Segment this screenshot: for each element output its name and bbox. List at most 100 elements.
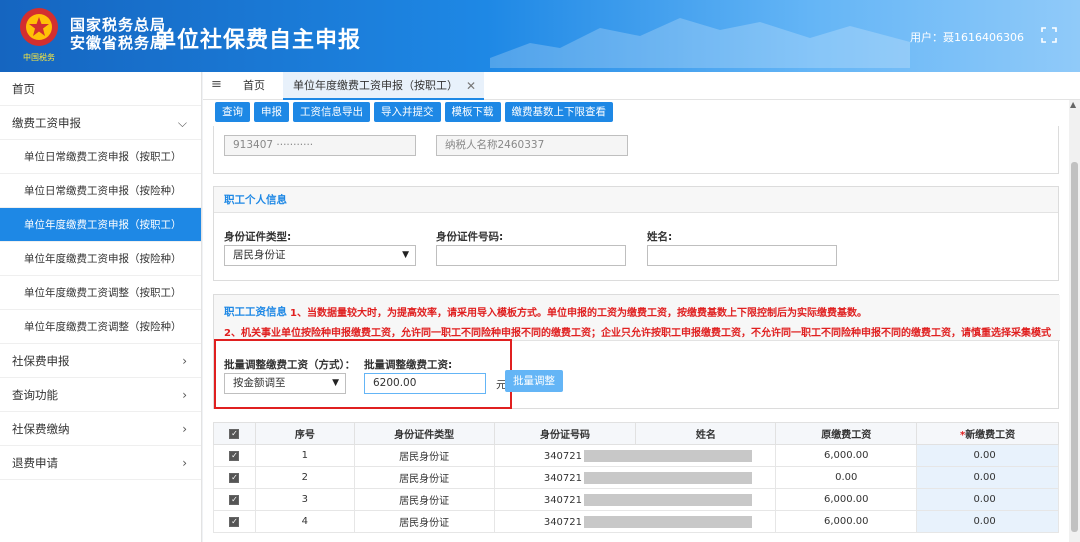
name-input[interactable] <box>647 245 837 266</box>
great-wall-decoration <box>490 18 910 68</box>
sidebar-item-label: 查询功能 <box>12 388 58 402</box>
table-row[interactable]: ✓ 2 居民身份证 340721 0.00 0.00 <box>213 466 1059 489</box>
menu-toggle-icon[interactable]: ≡ <box>211 77 222 92</box>
scroll-up-icon[interactable]: ▲ <box>1070 100 1076 109</box>
table-row[interactable]: ✓ 1 居民身份证 340721 6,000.00 0.00 <box>213 444 1059 467</box>
row-id-type: 居民身份证 <box>353 444 495 467</box>
row-id-number: 340721 <box>493 510 777 533</box>
query-button[interactable]: 查询 <box>215 102 250 122</box>
chevron-down-icon: ▼ <box>332 378 339 388</box>
content-scrollbar[interactable]: ▲ <box>1069 100 1080 542</box>
row-new-wage-input[interactable]: 0.00 <box>916 466 1059 489</box>
row-checkbox[interactable]: ✓ <box>213 444 256 467</box>
sidebar-item-annual-by-insurance[interactable]: 单位年度缴费工资申报（按险种） <box>0 242 201 276</box>
row-new-wage-input[interactable]: 0.00 <box>916 488 1059 511</box>
select-all-checkbox[interactable]: ✓ <box>213 422 256 445</box>
sidebar-item-label: 社保费申报 <box>12 354 70 368</box>
scroll-thumb[interactable] <box>1071 162 1078 532</box>
tab-label: 单位年度缴费工资申报（按职工） <box>293 79 458 92</box>
row-no: 4 <box>254 510 355 533</box>
sidebar-nav: 首页 缴费工资申报 ⌵ 单位日常缴费工资申报（按职工） 单位日常缴费工资申报（按险… <box>0 72 202 542</box>
row-checkbox[interactable]: ✓ <box>213 510 256 533</box>
notice-1: 1、当数据量较大时，为提高效率，请采用导入模板方式。单位申报的工资为缴费工资，按… <box>290 308 867 319</box>
row-id-number: 340721 <box>493 488 777 511</box>
fullscreen-icon[interactable] <box>1040 26 1058 44</box>
batch-adjust-button[interactable]: 批量调整 <box>505 370 563 392</box>
sidebar-item-wage-declaration[interactable]: 缴费工资申报 ⌵ <box>0 106 201 140</box>
redacted-mask <box>584 449 753 462</box>
row-no: 1 <box>254 444 355 467</box>
row-id-number: 340721 <box>493 466 777 489</box>
row-id-number: 340721 <box>493 444 777 467</box>
id-type-select[interactable]: 居民身份证 ▼ <box>224 245 416 266</box>
chevron-down-icon: ⌵ <box>177 116 187 130</box>
sidebar-item-label: 单位年度缴费工资申报（按险种） <box>24 253 182 265</box>
redacted-mask <box>584 471 753 484</box>
col-no: 序号 <box>254 422 355 445</box>
col-id-type: 身份证件类型 <box>353 422 495 445</box>
batch-mode-label: 批量调整缴费工资（方式）： <box>224 359 356 371</box>
table-row[interactable]: ✓ 3 居民身份证 340721 6,000.00 0.00 <box>213 488 1059 511</box>
export-wage-button[interactable]: 工资信息导出 <box>293 102 370 122</box>
sidebar-item-annual-by-employee[interactable]: 单位年度缴费工资申报（按职工） <box>0 208 201 242</box>
row-new-wage-input[interactable]: 0.00 <box>916 444 1059 467</box>
col-new-wage-label: 新缴费工资 <box>965 430 1016 441</box>
template-download-button[interactable]: 模板下载 <box>444 102 501 122</box>
sidebar-item-label: 单位年度缴费工资调整（按险种） <box>24 321 182 333</box>
batch-value-input[interactable]: 6200.00 <box>364 373 486 394</box>
col-id-number: 身份证号码 <box>493 422 637 445</box>
sidebar-item-query[interactable]: 查询功能 › <box>0 378 201 412</box>
svg-text:中国税务: 中国税务 <box>23 52 55 62</box>
row-id-type: 居民身份证 <box>353 488 495 511</box>
bureau-name: 国家税务总局 安徽省税务局 <box>70 16 166 52</box>
chevron-right-icon: › <box>182 422 187 436</box>
tab-annual-wage-declaration[interactable]: 单位年度缴费工资申报（按职工） ✕ <box>283 72 484 100</box>
sidebar-item-social-declaration[interactable]: 社保费申报 › <box>0 344 201 378</box>
sidebar-item-label: 缴费工资申报 <box>12 116 81 130</box>
row-old-wage: 6,000.00 <box>775 444 918 467</box>
app-title: 单位社保费自主申报 <box>154 28 362 53</box>
sidebar-item-home[interactable]: 首页 <box>0 72 201 106</box>
row-checkbox[interactable]: ✓ <box>213 488 256 511</box>
personal-info-title: 职工个人信息 <box>214 187 1058 213</box>
toolbar: 查询 申报 工资信息导出 导入并提交 模板下载 缴费基数上下限查看 <box>203 100 1069 126</box>
wage-info-title: 职工工资信息 <box>224 306 287 318</box>
close-icon[interactable]: ✕ <box>466 72 476 100</box>
sidebar-item-label: 单位日常缴费工资申报（按职工） <box>24 151 182 163</box>
row-no: 2 <box>254 466 355 489</box>
employee-wage-table: ✓ 序号 身份证件类型 身份证号码 姓名 原缴费工资 *新缴费工资 ✓ 1 居民… <box>213 422 1059 533</box>
id-type-value: 居民身份证 <box>233 249 286 261</box>
sidebar-item-label: 单位年度缴费工资申报（按职工） <box>24 219 182 231</box>
personal-info-panel: 职工个人信息 身份证件类型: 居民身份证 ▼ 身份证件号码: 姓名: <box>213 186 1059 281</box>
id-number-label: 身份证件号码: <box>436 231 504 243</box>
batch-mode-select[interactable]: 按金额调至 ▼ <box>224 373 346 394</box>
col-old-wage: 原缴费工资 <box>775 422 918 445</box>
chevron-right-icon: › <box>182 388 187 402</box>
table-header-row: ✓ 序号 身份证件类型 身份证号码 姓名 原缴费工资 *新缴费工资 <box>213 422 1059 445</box>
table-row[interactable]: ✓ 4 居民身份证 340721 6,000.00 0.00 <box>213 510 1059 533</box>
row-checkbox[interactable]: ✓ <box>213 466 256 489</box>
import-submit-button[interactable]: 导入并提交 <box>374 102 441 122</box>
tab-home[interactable]: 首页 <box>233 72 275 100</box>
bureau-line-1: 国家税务总局 <box>70 16 167 34</box>
sidebar-item-refund[interactable]: 退费申请 › <box>0 446 201 480</box>
taxpayer-id-field: 913407 ··········· <box>224 135 416 156</box>
declare-button[interactable]: 申报 <box>254 102 289 122</box>
sidebar-item-daily-by-insurance[interactable]: 单位日常缴费工资申报（按险种） <box>0 174 201 208</box>
col-name: 姓名 <box>635 422 777 445</box>
name-label: 姓名: <box>647 231 673 243</box>
sidebar-item-label: 首页 <box>12 82 35 96</box>
sidebar-item-annual-adjust-by-employee[interactable]: 单位年度缴费工资调整（按职工） <box>0 276 201 310</box>
sidebar-item-payment[interactable]: 社保费缴纳 › <box>0 412 201 446</box>
row-no: 3 <box>254 488 355 511</box>
notice-2: 2、机关事业单位按险种申报缴费工资，允许同一职工不同险种申报不同的缴费工资；企业… <box>224 328 1051 339</box>
base-limit-view-button[interactable]: 缴费基数上下限查看 <box>504 102 613 122</box>
sidebar-item-annual-adjust-by-insurance[interactable]: 单位年度缴费工资调整（按险种） <box>0 310 201 344</box>
sidebar-item-daily-by-employee[interactable]: 单位日常缴费工资申报（按职工） <box>0 140 201 174</box>
row-new-wage-input[interactable]: 0.00 <box>916 510 1059 533</box>
sidebar-item-label: 单位年度缴费工资调整（按职工） <box>24 287 182 299</box>
row-old-wage: 6,000.00 <box>775 510 918 533</box>
id-number-input[interactable] <box>436 245 626 266</box>
sidebar-item-label: 退费申请 <box>12 456 58 470</box>
sidebar-item-label: 社保费缴纳 <box>12 422 70 436</box>
